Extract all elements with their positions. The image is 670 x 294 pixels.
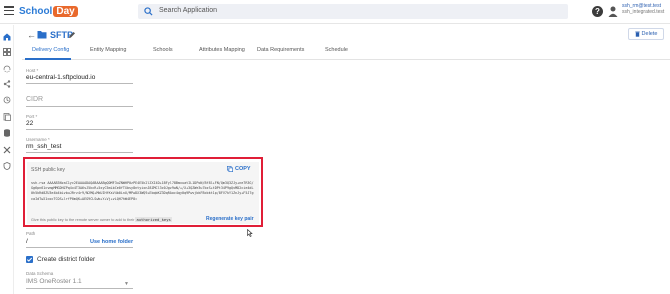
copy-icon [227, 166, 233, 172]
tab-entity-mapping[interactable]: Entity Mapping [90, 47, 126, 53]
search-placeholder: Search Application [159, 7, 217, 14]
user-info[interactable]: ssh_rm@test.test ssh_integrated.test [622, 3, 664, 15]
username-input[interactable]: rm_ssh_test [26, 143, 61, 150]
back-arrow-icon[interactable]: ← [27, 30, 36, 40]
tab-schools[interactable]: Schools [153, 47, 173, 53]
sidebar [0, 25, 14, 294]
tab-attributes-mapping[interactable]: Attributes Mapping [199, 47, 245, 53]
tab-data-requirements[interactable]: Data Requirements [257, 47, 304, 53]
path-underline [26, 247, 133, 248]
tab-bar: Delivery Config Entity Mapping Schools A… [22, 44, 670, 60]
port-input[interactable]: 22 [26, 120, 33, 127]
host-input[interactable]: eu-central-1.sftpcloud.io [26, 74, 95, 81]
ssh-key-hint: Give this public key to the remote serve… [31, 217, 172, 222]
host-underline [26, 83, 133, 84]
data-schema-underline [26, 288, 133, 289]
delete-label: Delete [641, 31, 658, 37]
ssh-key-highlight-box: SSH public key COPY ssh-rsa AAAAB3NzaC1y… [23, 157, 263, 227]
help-icon[interactable]: ? [592, 6, 603, 17]
tab-schedule[interactable]: Schedule [325, 47, 348, 53]
regenerate-key-button[interactable]: Regenerate key pair [206, 216, 254, 222]
checkmark-icon [26, 257, 33, 262]
copy-button[interactable]: COPY [227, 166, 251, 172]
home-icon[interactable] [3, 33, 11, 41]
cidr-underline [26, 106, 133, 107]
tools-icon[interactable] [3, 146, 11, 154]
authorized-keys-code: authorized_keys [135, 217, 172, 222]
port-label: Port * [26, 114, 38, 119]
delete-button[interactable]: Delete [628, 28, 664, 40]
path-label: Path [26, 231, 36, 236]
grid-icon[interactable] [3, 48, 11, 56]
user-subtitle: ssh_integrated.test [622, 9, 665, 15]
search-icon [144, 7, 153, 16]
top-bar: School Day Search Application ? ssh_rm@te… [0, 0, 670, 24]
trash-icon [634, 31, 640, 37]
mouse-cursor-icon [247, 229, 253, 237]
ssh-key-text[interactable]: ssh-rsa AAAAB3NzaC1yc2EAAAADAQABAAABgQDM… [31, 181, 255, 202]
menu-icon[interactable] [4, 6, 14, 16]
username-underline [26, 152, 133, 153]
user-avatar-icon[interactable] [608, 6, 618, 17]
ssh-hint-text: Give this public key to the remote serve… [31, 218, 135, 222]
chevron-down-icon[interactable]: ▼ [124, 281, 129, 287]
use-home-folder-button[interactable]: Use home folder [90, 239, 133, 245]
folder-icon [37, 31, 47, 39]
tab-delivery-config[interactable]: Delivery Config [32, 47, 69, 53]
ssh-key-panel: SSH public key COPY ssh-rsa AAAAB3NzaC1y… [27, 162, 259, 224]
data-schema-select[interactable]: IMS OneRoster 1.1 [26, 278, 82, 285]
create-district-folder-label: Create district folder [37, 256, 96, 263]
copy-label: COPY [235, 166, 251, 172]
database-icon[interactable] [3, 129, 11, 137]
port-underline [26, 129, 133, 130]
create-district-folder-checkbox[interactable] [26, 256, 33, 263]
history-icon[interactable] [3, 96, 11, 104]
path-input[interactable]: / [26, 238, 28, 245]
username-label: Username * [26, 137, 50, 142]
search-input[interactable]: Search Application [138, 4, 568, 19]
host-label: Host * [26, 68, 39, 73]
cidr-input[interactable]: CIDR [26, 96, 43, 103]
ssh-key-label: SSH public key [31, 167, 65, 173]
edit-pencil-icon[interactable] [68, 31, 76, 39]
documents-icon[interactable] [3, 113, 11, 121]
share-icon[interactable] [3, 80, 11, 88]
active-tab-indicator [25, 58, 71, 60]
data-schema-label: Data Schema [26, 271, 54, 276]
shield-icon[interactable] [3, 162, 11, 170]
sync-icon[interactable] [3, 65, 11, 73]
schoolday-logo[interactable]: School Day [19, 5, 78, 18]
